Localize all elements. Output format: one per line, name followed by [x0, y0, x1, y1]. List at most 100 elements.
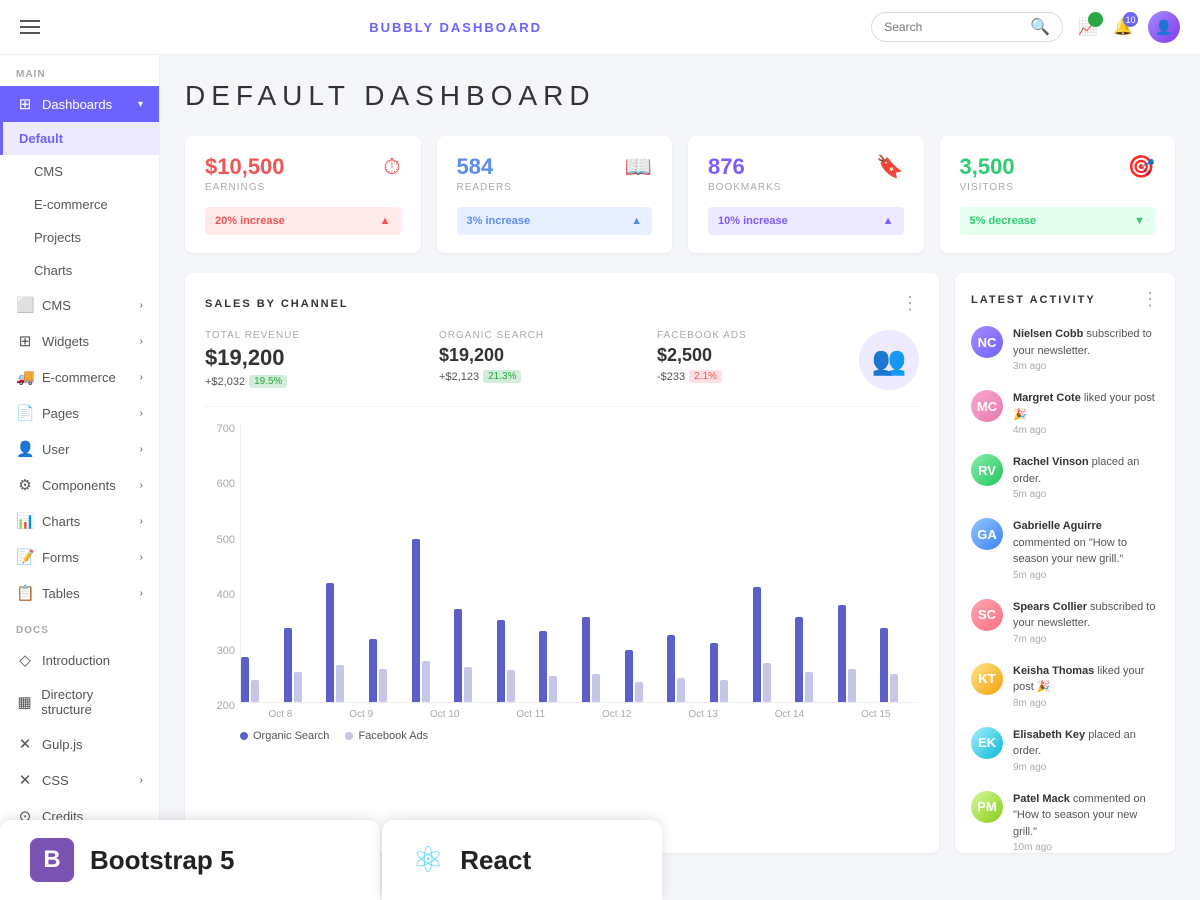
chart-yaxis: 700 600 500 400 300 200: [205, 423, 235, 712]
activity-name: Spears Collier: [1013, 601, 1087, 613]
sidebar-item-projects-sub[interactable]: Projects: [0, 221, 159, 254]
bar-group: [326, 583, 365, 702]
activity-time: 10m ago: [1013, 840, 1159, 853]
bookmarks-arrow-icon: ▲: [883, 215, 894, 227]
stat-label-visitors: VISITORS: [960, 182, 1015, 193]
bell-nav-icon[interactable]: 🔔 10: [1113, 17, 1133, 37]
bar-secondary: [635, 682, 643, 702]
sidebar-item-charts[interactable]: 📊 Charts ›: [0, 503, 159, 539]
activity-panel-title: LATEST ACTIVITY: [971, 294, 1096, 306]
activity-list: NC Nielsen Cobb subscribed to your newsl…: [971, 326, 1159, 853]
sidebar-item-ecommerce-sub[interactable]: E-commerce: [0, 188, 159, 221]
pages-icon: 📄: [16, 404, 34, 422]
activity-name: Elisabeth Key: [1013, 729, 1085, 741]
activity-name: Rachel Vinson: [1013, 456, 1089, 468]
sidebar-item-css[interactable]: ✕ CSS ›: [0, 762, 159, 798]
bar-primary: [454, 609, 462, 702]
legend-organic-label: Organic Search: [253, 730, 329, 742]
sidebar-item-gulpjs[interactable]: ✕ Gulp.js: [0, 726, 159, 762]
chevron-right-icon6: ›: [140, 480, 143, 491]
revenue-change-amount: +$2,032: [205, 376, 245, 388]
activity-panel: LATEST ACTIVITY ⋮ NC Nielsen Cobb subscr…: [955, 273, 1175, 853]
activity-name: Keisha Thomas: [1013, 665, 1094, 677]
sidebar-item-charts-sub[interactable]: Charts: [0, 254, 159, 287]
chevron-right-icon: ›: [140, 300, 143, 311]
sidebar-item-directory-structure[interactable]: ▦ Directory structure: [0, 678, 159, 726]
y-600: 600: [205, 478, 235, 490]
activity-avatar: GA: [971, 518, 1003, 550]
sidebar-item-components[interactable]: ⚙ Components ›: [0, 467, 159, 503]
stat-card-top-earnings: $10,500 EARNINGS ⏱: [205, 154, 401, 193]
x-label: Oct 14: [775, 709, 804, 720]
bar-secondary: [336, 665, 344, 702]
activity-avatar: EK: [971, 727, 1003, 759]
x-label: Oct 13: [688, 709, 717, 720]
readers-icon: 📖: [625, 154, 652, 180]
bar-group: [753, 587, 792, 702]
activity-text: Margret Cote liked your post 🎉 4m ago: [1013, 390, 1159, 438]
bar-group: [667, 635, 706, 702]
x-label: Oct 9: [349, 709, 373, 720]
credits-icon: ⊙: [16, 807, 34, 825]
bar-primary: [241, 657, 249, 702]
chevron-right-icon9: ›: [140, 588, 143, 599]
activity-text: Nielsen Cobb subscribed to your newslett…: [1013, 326, 1159, 374]
chevron-right-icon4: ›: [140, 408, 143, 419]
main-section-label: MAIN: [0, 55, 159, 86]
stat-label-bookmarks: BOOKMARKS: [708, 182, 781, 193]
bar-secondary: [507, 670, 515, 702]
sidebar-item-introduction[interactable]: ◇ Introduction: [0, 642, 159, 678]
sidebar-item-cms[interactable]: ⬜ CMS ›: [0, 287, 159, 323]
sidebar-item-cms-sub[interactable]: CMS: [0, 155, 159, 188]
page-title: DEFAULT DASHBOARD: [185, 80, 1175, 112]
sidebar-item-ecommerce[interactable]: 🚚 E-commerce ›: [0, 359, 159, 395]
bar-primary: [369, 639, 377, 702]
chevron-right-icon5: ›: [140, 444, 143, 455]
user-icon: 👤: [16, 440, 34, 458]
bar-secondary: [422, 661, 430, 702]
bar-group: [412, 539, 451, 702]
activity-avatar: KT: [971, 663, 1003, 695]
legend-organic: Organic Search: [240, 730, 329, 742]
sidebar-item-widgets[interactable]: ⊞ Widgets ›: [0, 323, 159, 359]
bar-secondary: [251, 680, 259, 702]
sales-panel-menu-icon[interactable]: ⋮: [901, 293, 919, 314]
bar-group: [625, 650, 664, 702]
y-500: 500: [205, 534, 235, 546]
activity-text: Rachel Vinson placed an order. 5m ago: [1013, 454, 1159, 502]
bar-secondary: [677, 678, 685, 702]
sidebar-item-credits[interactable]: ⊙ Credits: [0, 798, 159, 834]
sidebar-item-changelog[interactable]: ⊙ Changelog: [0, 834, 159, 870]
introduction-icon: ◇: [16, 651, 34, 669]
bar-primary: [667, 635, 675, 702]
sidebar-ecommerce-label: E-commerce: [42, 370, 116, 385]
chevron-right-icon2: ›: [140, 336, 143, 347]
sidebar-item-dashboards[interactable]: ⊞ Dashboards ▾: [0, 86, 159, 122]
chart-nav-icon[interactable]: 📈: [1078, 17, 1098, 37]
activity-panel-menu-icon[interactable]: ⋮: [1141, 289, 1159, 310]
chevron-right-icon3: ›: [140, 372, 143, 383]
sidebar-item-forms[interactable]: 📝 Forms ›: [0, 539, 159, 575]
search-input[interactable]: [884, 20, 1024, 34]
metric-value-organic: $19,200: [439, 345, 625, 366]
bar-group: [582, 617, 621, 702]
bar-primary: [753, 587, 761, 702]
sidebar-item-default[interactable]: Default: [0, 122, 159, 155]
chart-area: 700 600 500 400 300 200 Oct 8Oct 9Oct 10…: [205, 423, 919, 742]
avatar[interactable]: 👤: [1148, 11, 1180, 43]
bar-group: [710, 643, 749, 702]
activity-time: 7m ago: [1013, 632, 1159, 647]
stat-card-readers: 584 READERS 📖 3% increase ▲: [437, 136, 673, 253]
chevron-right-icon8: ›: [140, 552, 143, 563]
sales-panel-header: SALES BY CHANNEL ⋮: [205, 293, 919, 314]
sidebar-default-label: Default: [19, 131, 63, 146]
chevron-down-icon: ▾: [138, 99, 143, 110]
sidebar-item-user[interactable]: 👤 User ›: [0, 431, 159, 467]
sidebar-item-pages[interactable]: 📄 Pages ›: [0, 395, 159, 431]
sidebar-item-tables[interactable]: 📋 Tables ›: [0, 575, 159, 611]
bar-group: [497, 620, 536, 702]
search-box[interactable]: 🔍: [871, 12, 1063, 42]
sidebar-introduction-label: Introduction: [42, 653, 110, 668]
hamburger-menu[interactable]: [20, 20, 40, 34]
x-label: Oct 15: [861, 709, 890, 720]
